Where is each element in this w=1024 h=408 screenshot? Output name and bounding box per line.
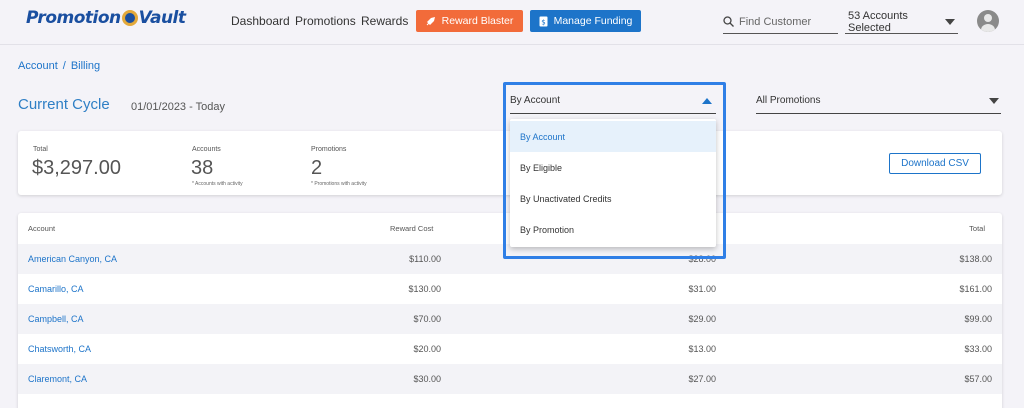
nav-promotions[interactable]: Promotions: [295, 14, 356, 28]
user-avatar-icon[interactable]: [977, 10, 999, 32]
promotions-note: * Promotions with activity: [311, 181, 367, 187]
manage-funding-label: Manage Funding: [553, 15, 633, 27]
logo-text-left: Promotion: [26, 8, 121, 28]
account-link[interactable]: Claremont, CA: [28, 374, 87, 384]
header-divider: [0, 44, 1024, 45]
accounts-selected-label: 53 Accounts Selected: [848, 9, 908, 34]
column-header-account: Account: [28, 224, 56, 233]
chevron-down-icon: [945, 18, 955, 25]
table-row: Chatsworth, CA $20.00 $13.00 $33.00: [18, 334, 1002, 364]
table-row: Campbell, CA $70.00 $29.00 $99.00: [18, 304, 1002, 334]
fee-cell: $27.00: [688, 374, 716, 384]
table-row: Claremont, CA $30.00 $27.00 $57.00: [18, 364, 1002, 394]
table-row: Camarillo, CA $130.00 $31.00 $161.00: [18, 274, 1002, 304]
fee-cell: $13.00: [688, 344, 716, 354]
fee-cell: $29.00: [688, 314, 716, 324]
column-header-total: Total: [969, 224, 985, 233]
accounts-note: * Accounts with activity: [192, 181, 243, 187]
total-cell: $33.00: [964, 344, 992, 354]
account-link[interactable]: American Canyon, CA: [28, 254, 117, 264]
nav-dashboard[interactable]: Dashboard: [231, 14, 290, 28]
column-header-reward-cost: Reward Cost: [390, 224, 434, 233]
top-nav: Promotion Vault Dashboard Promotions Rew…: [0, 0, 1024, 44]
breadcrumb-separator: /: [62, 60, 66, 72]
rocket-icon: [426, 17, 435, 26]
reward-cost-cell: $30.00: [413, 374, 441, 384]
breadcrumb: Account / Billing: [18, 60, 100, 72]
find-customer-input[interactable]: Find Customer: [723, 10, 838, 34]
fee-cell: $31.00: [688, 284, 716, 294]
svg-text:$: $: [541, 18, 545, 26]
promotions-select[interactable]: All Promotions: [756, 88, 1001, 114]
total-cell: $57.00: [964, 374, 992, 384]
logo-text-right: Vault: [138, 8, 186, 28]
wallet-icon: $: [539, 16, 548, 26]
chevron-down-icon: [989, 97, 999, 104]
reward-cost-cell: $110.00: [409, 254, 441, 264]
accounts-selector[interactable]: 53 Accounts Selected: [845, 10, 958, 34]
find-customer-placeholder: Find Customer: [739, 15, 812, 28]
reward-cost-cell: $20.00: [413, 344, 441, 354]
search-icon: [723, 16, 734, 27]
breadcrumb-account[interactable]: Account: [18, 60, 58, 72]
page-title: Current Cycle: [18, 96, 110, 113]
total-value: $3,297.00: [32, 157, 121, 179]
account-link[interactable]: Campbell, CA: [28, 314, 84, 324]
reward-cost-cell: $130.00: [408, 284, 441, 294]
promotions-value: 2: [311, 157, 323, 179]
reward-cost-cell: $70.00: [413, 314, 441, 324]
account-link[interactable]: Chatsworth, CA: [28, 344, 91, 354]
promotion-vault-logo[interactable]: Promotion Vault: [26, 8, 186, 28]
nav-rewards[interactable]: Rewards: [361, 14, 408, 28]
cycle-date-range: 01/01/2023 - Today: [131, 101, 225, 113]
promotions-select-value: All Promotions: [756, 95, 821, 106]
total-cell: $138.00: [959, 254, 992, 264]
breadcrumb-billing[interactable]: Billing: [71, 60, 100, 72]
reward-blaster-button[interactable]: Reward Blaster: [416, 10, 523, 32]
manage-funding-button[interactable]: $ Manage Funding: [530, 10, 641, 32]
account-link[interactable]: Camarillo, CA: [28, 284, 84, 294]
promotions-label: Promotions: [311, 146, 347, 153]
download-csv-button[interactable]: Download CSV: [889, 153, 981, 174]
dropdown-focus-highlight: [503, 82, 726, 259]
total-cell: $99.00: [964, 314, 992, 324]
total-cell: $161.00: [959, 284, 992, 294]
accounts-value: 38: [191, 157, 214, 179]
reward-blaster-label: Reward Blaster: [441, 15, 514, 27]
total-label: Total: [33, 146, 48, 153]
accounts-label: Accounts: [192, 146, 221, 153]
vault-coin-icon: [121, 10, 138, 26]
